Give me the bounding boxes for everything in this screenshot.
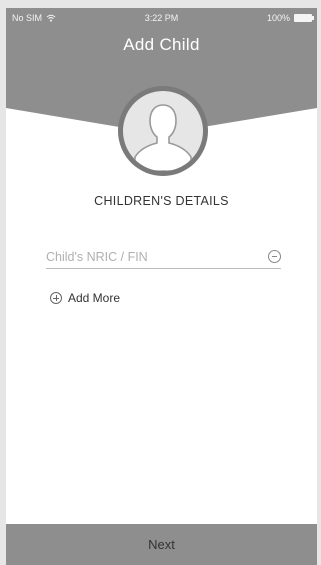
status-right: 100%	[266, 13, 314, 23]
avatar-inner	[123, 91, 203, 171]
add-more-button[interactable]: Add More	[50, 291, 120, 305]
battery-percentage: 100%	[266, 13, 290, 23]
minus-circle-icon[interactable]	[268, 250, 281, 263]
nric-input[interactable]	[46, 248, 256, 266]
phone-screen: No SIM 3:22 PM 100% Add Child CHILDREN'S…	[6, 8, 317, 565]
page-title: Add Child	[123, 35, 200, 54]
nric-field-row	[46, 248, 281, 269]
battery-icon	[294, 14, 314, 22]
avatar[interactable]	[118, 86, 208, 176]
next-button[interactable]: Next	[6, 524, 317, 565]
plus-circle-icon	[50, 292, 62, 304]
status-bar: No SIM 3:22 PM 100%	[6, 8, 317, 28]
add-more-label: Add More	[68, 291, 121, 305]
person-silhouette-icon	[134, 104, 192, 171]
section-title: CHILDREN'S DETAILS	[94, 194, 229, 208]
